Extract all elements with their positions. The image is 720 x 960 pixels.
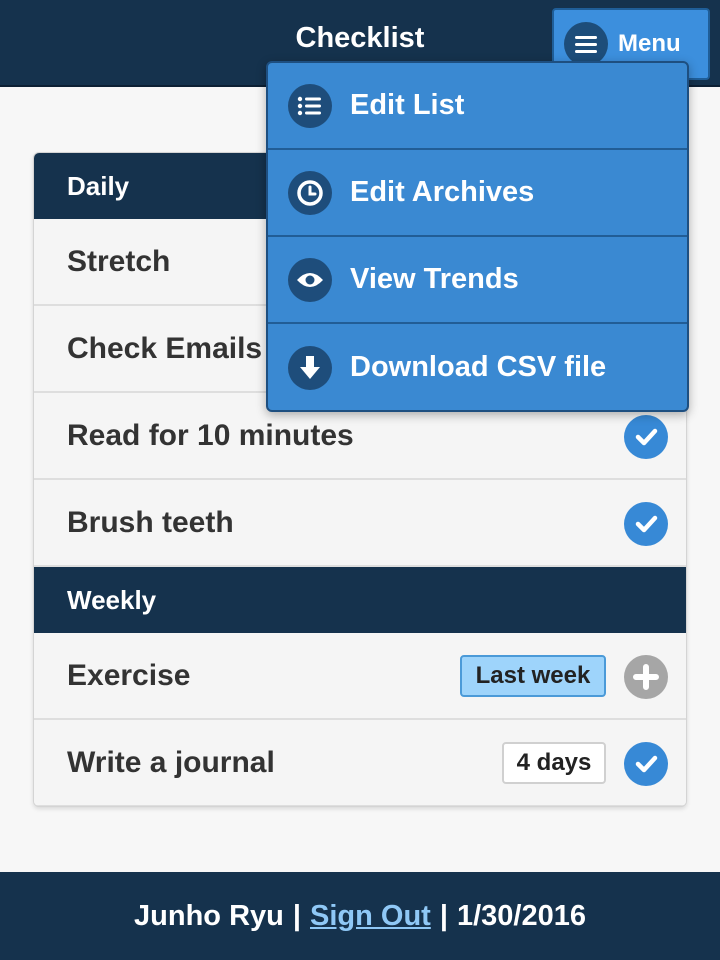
app-footer: Junho Ryu | Sign Out | 1/30/2016 xyxy=(0,872,720,960)
check-icon[interactable] xyxy=(624,502,668,546)
checklist-item[interactable]: Write a journal 4 days xyxy=(34,720,686,806)
sign-out-link[interactable]: Sign Out xyxy=(310,900,431,933)
menu-item-label: Edit List xyxy=(350,89,465,121)
list-icon xyxy=(288,83,332,128)
checklist-item[interactable]: Brush teeth xyxy=(34,480,686,567)
menu-item-edit-archives[interactable]: Edit Archives xyxy=(268,150,687,237)
hamburger-icon xyxy=(564,22,608,66)
menu-item-view-trends[interactable]: View Trends xyxy=(268,237,687,324)
menu-item-label: View Trends xyxy=(350,263,519,295)
item-label: Read for 10 minutes xyxy=(67,418,354,452)
section-title: Weekly xyxy=(67,584,157,615)
check-icon[interactable] xyxy=(624,742,668,786)
user-name: Junho Ryu xyxy=(134,899,284,932)
status-badge: 4 days xyxy=(502,742,606,784)
plus-icon[interactable] xyxy=(624,655,668,699)
menu-item-edit-list[interactable]: Edit List xyxy=(268,63,687,150)
download-icon xyxy=(288,345,332,390)
section-header-weekly: Weekly xyxy=(34,567,686,633)
menu-item-label: Edit Archives xyxy=(350,176,535,208)
section-title: Daily xyxy=(67,170,130,201)
separator: | xyxy=(439,899,448,932)
clock-icon xyxy=(288,170,332,215)
menu-dropdown: Edit List Edit Archives View Trends Down… xyxy=(266,61,689,412)
check-icon[interactable] xyxy=(624,415,668,459)
menu-item-download-csv[interactable]: Download CSV file xyxy=(268,324,687,410)
checklist-item[interactable]: Exercise Last week xyxy=(34,633,686,720)
menu-item-label: Download CSV file xyxy=(350,351,607,383)
status-badge: Last week xyxy=(460,655,606,697)
current-date: 1/30/2016 xyxy=(456,899,586,932)
menu-button-label: Menu xyxy=(618,30,681,57)
eye-icon xyxy=(288,257,332,302)
separator: | xyxy=(292,899,301,932)
item-label: Brush teeth xyxy=(67,505,234,539)
